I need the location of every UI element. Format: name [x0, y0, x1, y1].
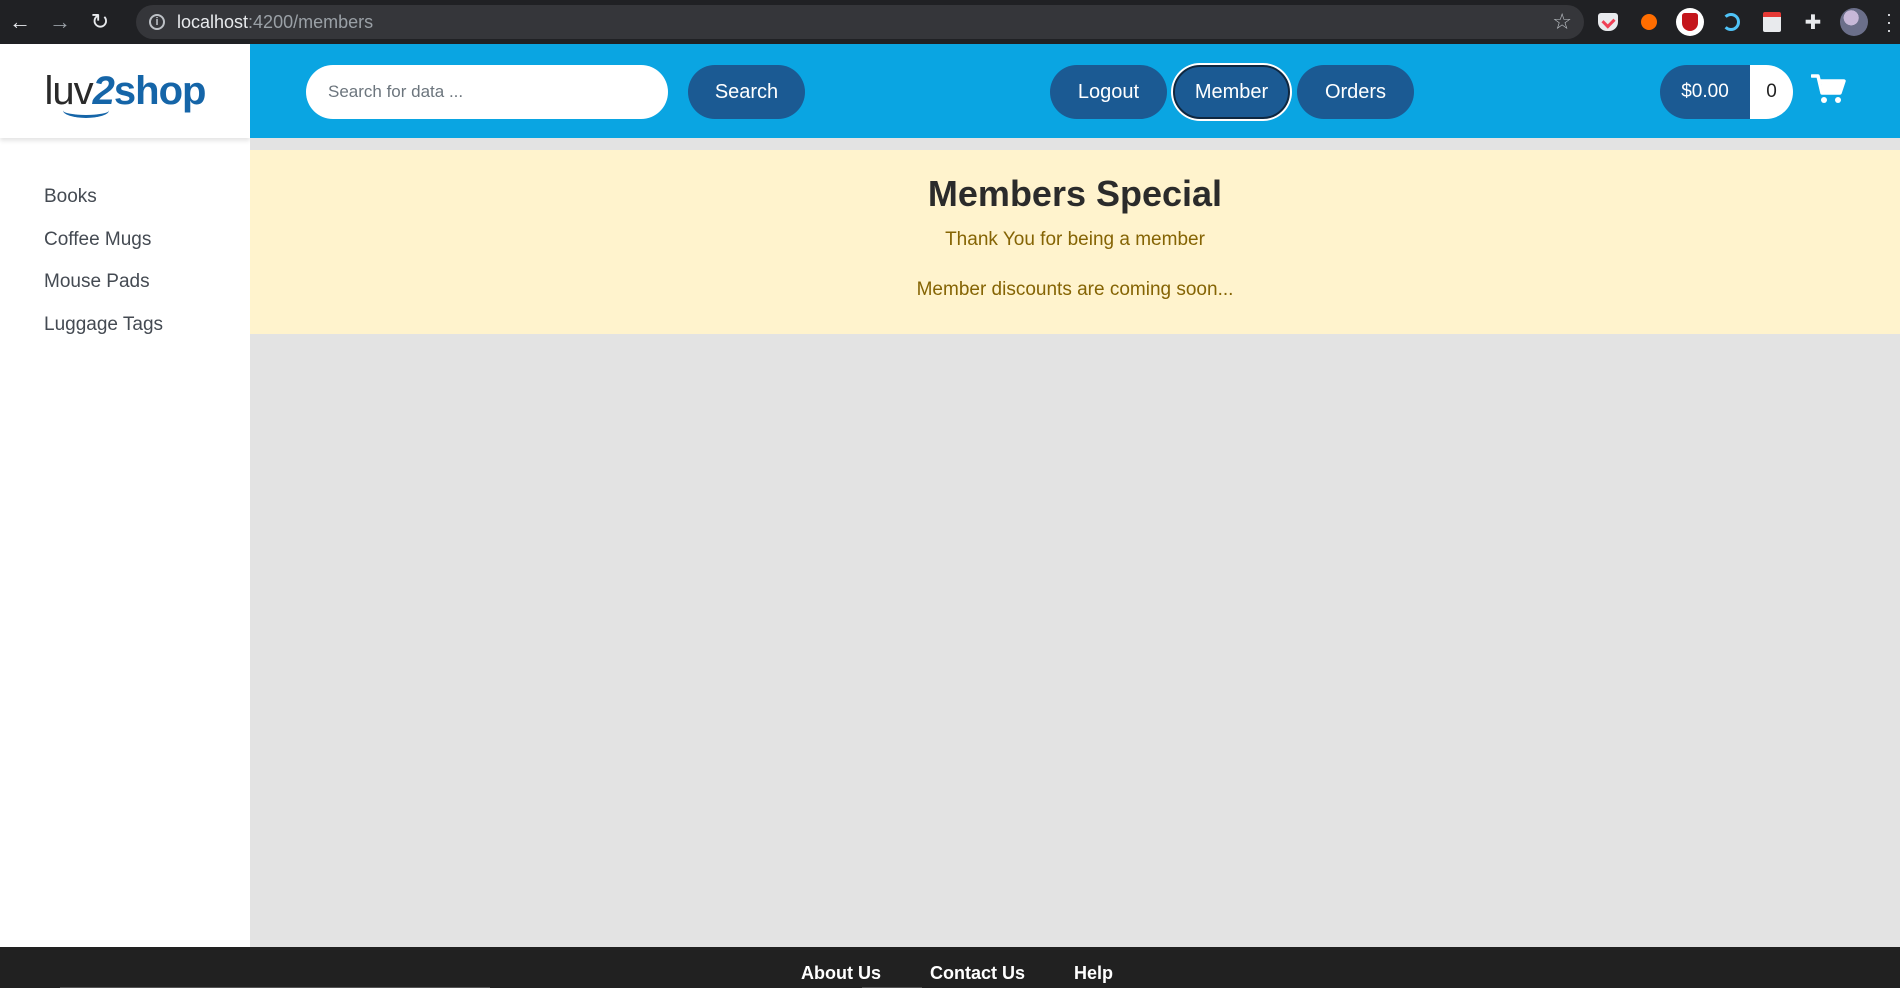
browser-menu-icon[interactable]: · · · [1886, 5, 1892, 39]
category-link-mouse-pads[interactable]: Mouse Pads [44, 271, 250, 314]
sync-extension-icon[interactable] [1717, 8, 1745, 36]
logo-text-shop: shop [113, 68, 207, 113]
logo-container: luv2shop [0, 44, 250, 138]
thank-you-text: Thank You for being a member [945, 229, 1205, 250]
member-button[interactable]: Member [1173, 65, 1290, 119]
page-title: Members Special [927, 173, 1223, 214]
pocket-extension-icon[interactable] [1594, 8, 1622, 36]
reload-icon[interactable]: ↻ [80, 0, 120, 44]
search-input[interactable] [306, 65, 668, 119]
logout-button[interactable]: Logout [1050, 65, 1167, 119]
pdf-extension-icon[interactable] [1758, 8, 1786, 36]
header-bar: Search Logout Member Orders $0.00 0 [250, 44, 1900, 138]
category-link-coffee-mugs[interactable]: Coffee Mugs [44, 229, 250, 272]
extensions-puzzle-icon[interactable]: ✚ [1799, 8, 1827, 36]
search-button[interactable]: Search [688, 65, 805, 119]
sidebar: luv2shop Books Coffee Mugs Mouse Pads Lu… [0, 44, 250, 947]
fox-extension-icon[interactable] [1635, 8, 1663, 36]
footer-link-about-us[interactable]: About Us [801, 963, 881, 984]
orders-button[interactable]: Orders [1297, 65, 1414, 119]
footer-links: About Us Contact Us Help [801, 963, 1162, 984]
ublock-extension-icon[interactable] [1676, 8, 1704, 36]
cart-total-price: $0.00 [1660, 65, 1750, 119]
footer: About Us Contact Us Help [0, 947, 1900, 988]
category-link-luggage-tags[interactable]: Luggage Tags [44, 314, 250, 357]
footer-link-help[interactable]: Help [1074, 963, 1113, 984]
cart-status[interactable]: $0.00 0 [1660, 65, 1793, 119]
main-content: Members Special Thank You for being a me… [250, 138, 1900, 947]
back-arrow-icon[interactable]: ← [0, 0, 40, 44]
category-link-books[interactable]: Books [44, 186, 250, 229]
url-host: localhost [177, 11, 249, 32]
logo-swoosh [62, 103, 109, 118]
members-alert: Members Special Thank You for being a me… [250, 150, 1900, 334]
url-path: :4200/members [248, 11, 374, 32]
address-bar[interactable]: i localhost:4200/members ☆ [136, 5, 1584, 39]
luv2shop-logo[interactable]: luv2shop [45, 68, 207, 118]
category-menu: Books Coffee Mugs Mouse Pads Luggage Tag… [0, 138, 250, 356]
browser-toolbar: ← → ↻ i localhost:4200/members ☆ ✚ · · · [0, 0, 1900, 44]
url-text[interactable]: localhost:4200/members [177, 12, 373, 33]
bookmark-star-icon[interactable]: ☆ [1552, 9, 1572, 35]
shopping-cart-icon[interactable] [1811, 73, 1847, 105]
cart-total-quantity: 0 [1750, 65, 1793, 119]
site-info-icon[interactable]: i [149, 14, 165, 30]
footer-link-contact-us[interactable]: Contact Us [930, 963, 1025, 984]
discount-text: Member discounts are coming soon... [916, 279, 1234, 300]
forward-arrow-icon[interactable]: → [40, 0, 80, 44]
profile-avatar[interactable] [1840, 8, 1868, 36]
extensions-tray: ✚ [1594, 8, 1881, 36]
